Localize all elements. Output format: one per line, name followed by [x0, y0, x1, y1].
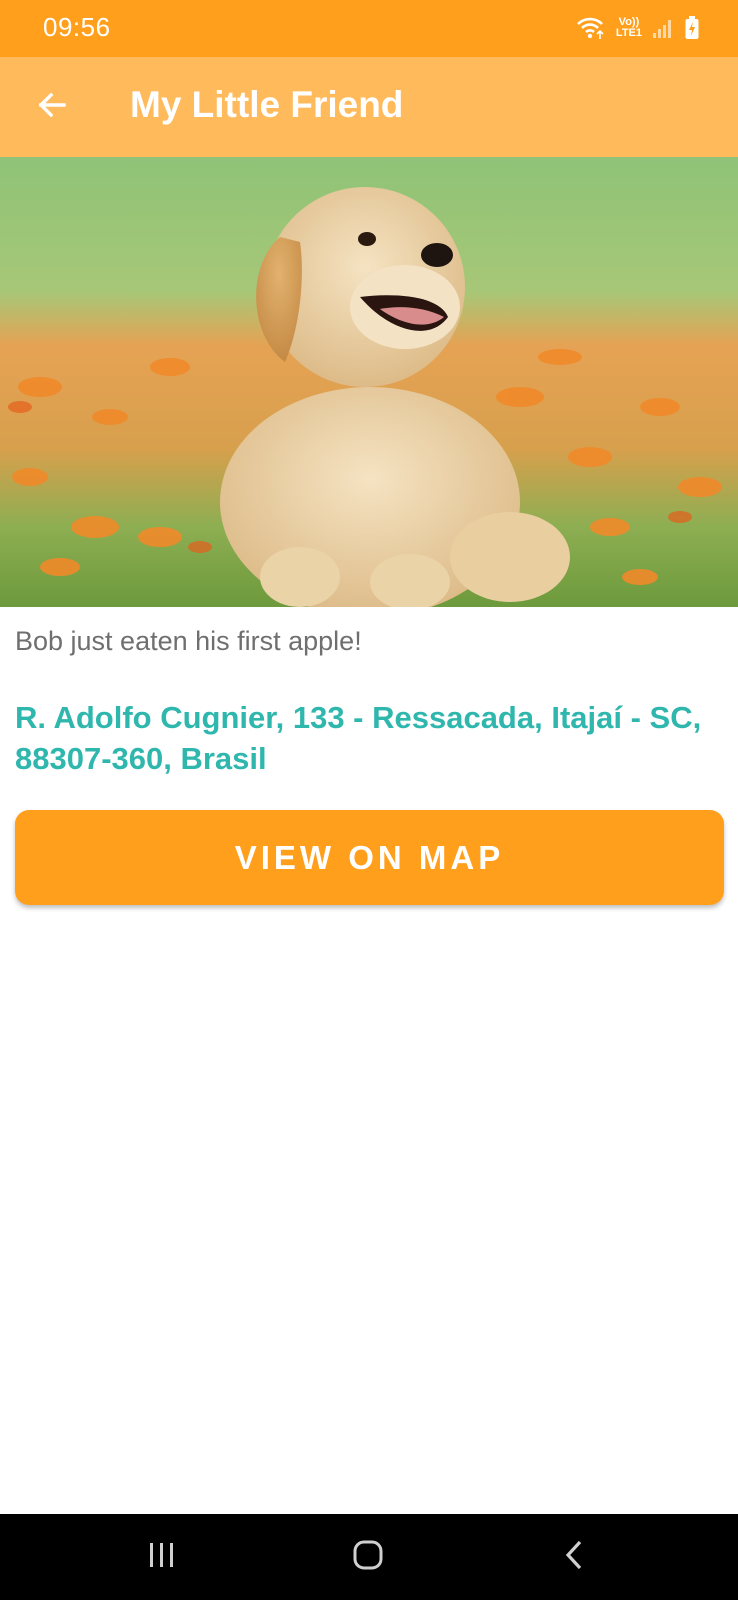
page-title: My Little Friend [130, 84, 404, 125]
arrow-left-icon [36, 89, 68, 126]
recent-apps-icon [147, 1541, 177, 1574]
view-on-map-label: VIEW ON MAP [234, 838, 505, 876]
view-on-map-button[interactable]: VIEW ON MAP [15, 810, 724, 905]
home-icon [352, 1539, 384, 1576]
back-button[interactable] [26, 81, 78, 133]
recent-apps-button[interactable] [132, 1534, 192, 1580]
status-icons: Vo)) LTE1 [576, 12, 700, 44]
post-caption: Bob just eaten his first apple! [15, 626, 362, 656]
wifi-icon [576, 15, 606, 41]
battery-charging-icon [684, 15, 700, 41]
location-address: R. Adolfo Cugnier, 133 - Ressacada, Itaj… [15, 700, 702, 776]
status-time: 09:56 [43, 12, 111, 42]
back-icon [563, 1539, 587, 1576]
signal-icon [652, 17, 674, 39]
system-nav-bar [0, 1514, 738, 1600]
status-bar: 09:56 Vo)) LTE1 [0, 0, 738, 57]
nav-back-button[interactable] [545, 1534, 605, 1580]
network-type-label: Vo)) LTE1 [615, 16, 642, 39]
pet-photo [0, 157, 738, 607]
home-button[interactable] [338, 1534, 398, 1580]
app-bar: My Little Friend [0, 57, 738, 157]
